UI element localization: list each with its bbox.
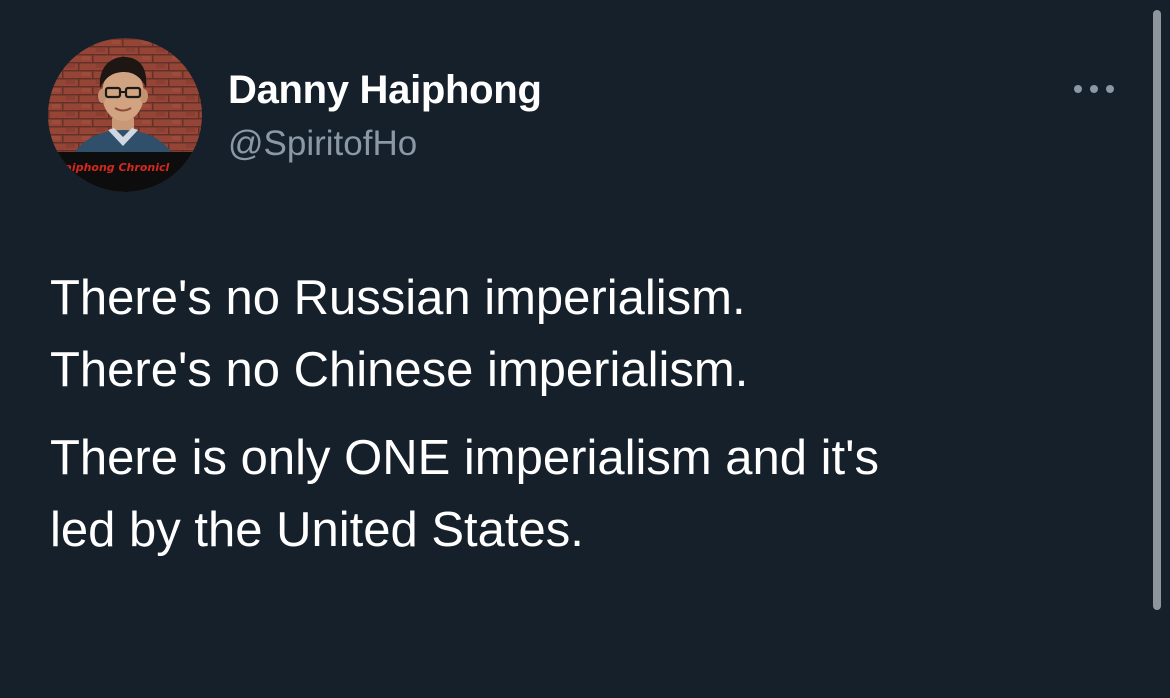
avatar[interactable]: e Haiphong Chronicl (48, 38, 202, 192)
tweet-card: e Haiphong Chronicl Danny Haiphong @Spir… (0, 0, 1170, 698)
author-handle[interactable]: @SpiritofHo (228, 124, 417, 164)
tweet-text: There's no Russian imperialism. There's … (50, 262, 1130, 566)
tweet-paragraph: There's no Russian imperialism. There's … (50, 262, 1130, 406)
scrollbar[interactable] (1149, 10, 1165, 610)
scrollbar-thumb[interactable] (1153, 10, 1161, 610)
tweet-text-line: There's no Chinese imperialism. (50, 343, 749, 397)
tweet-text-line: There's no Russian imperialism. (50, 271, 746, 325)
avatar-banner-text: e Haiphong Chronicl (48, 161, 169, 174)
more-options-button[interactable] (1066, 74, 1122, 104)
more-horizontal-icon (1074, 85, 1114, 93)
tweet-text-line: There is only ONE imperialism and it's (50, 431, 880, 485)
avatar-image: e Haiphong Chronicl (48, 38, 202, 192)
tweet-text-line: led by the United States. (50, 503, 584, 557)
tweet-paragraph: There is only ONE imperialism and it's l… (50, 422, 1130, 566)
author-name[interactable]: Danny Haiphong (228, 68, 542, 113)
